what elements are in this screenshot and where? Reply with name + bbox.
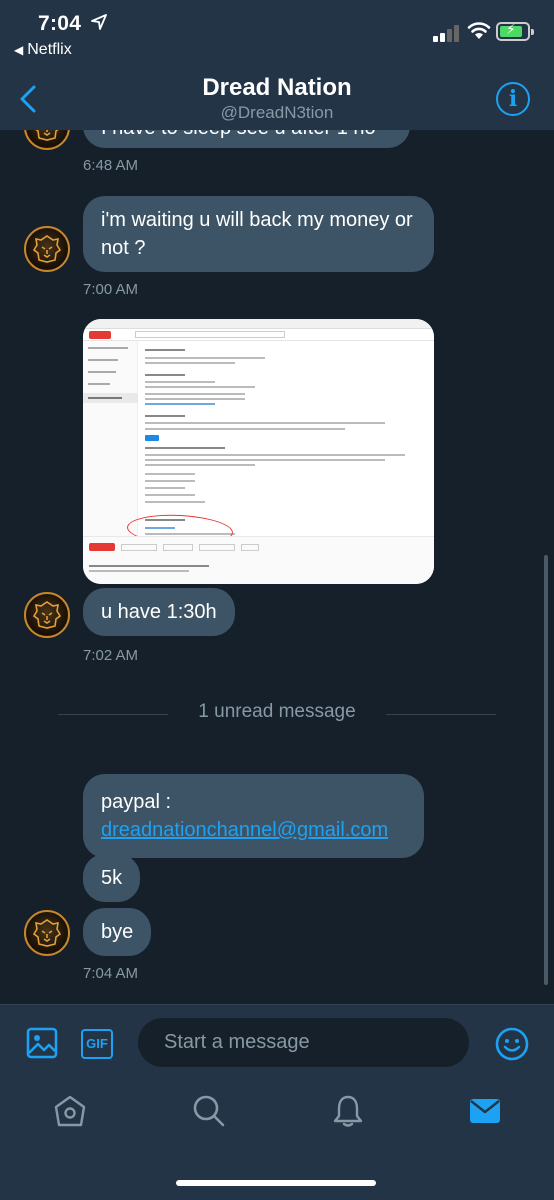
email-link[interactable]: dreadnationchannel@gmail.com [101, 816, 406, 844]
timestamp: 7:04 AM [83, 965, 139, 982]
message-text: i'm waiting u will back my money or not … [101, 209, 413, 259]
attached-image[interactable] [83, 319, 434, 584]
avatar[interactable] [24, 226, 70, 272]
message-bubble: u have 1:30h [83, 588, 235, 636]
home-indicator[interactable] [176, 1180, 376, 1186]
lion-icon [32, 235, 62, 263]
wifi-icon [467, 22, 491, 39]
location-arrow-icon [91, 14, 107, 30]
message-text: paypal : [101, 791, 172, 813]
messages-icon[interactable] [468, 1094, 502, 1128]
message-text: 5k [101, 867, 123, 889]
lion-icon [32, 919, 62, 947]
notifications-icon[interactable] [331, 1094, 365, 1128]
timestamp: 6:48 AM [83, 157, 139, 174]
avatar[interactable] [24, 910, 70, 956]
emoji-icon[interactable] [494, 1026, 530, 1062]
timestamp: 7:02 AM [83, 647, 139, 664]
settings-sidebar [83, 341, 138, 536]
message-bubble: paypal : dreadnationchannel@gmail.com [83, 774, 424, 858]
lion-icon [32, 601, 62, 629]
image-footer [83, 536, 434, 584]
charging-bolt-icon: ⚡ [506, 21, 516, 37]
image-icon[interactable] [26, 1027, 58, 1059]
avatar[interactable] [24, 592, 70, 638]
message-bubble: bye [83, 908, 152, 956]
message-text: u have 1:30h [101, 601, 217, 623]
unread-divider-label: 1 unread message [198, 701, 356, 722]
status-time: 7:04 [38, 12, 82, 35]
back-triangle-icon: ◀ [14, 43, 24, 57]
timestamp: 7:00 AM [83, 281, 139, 298]
back-to-app-link[interactable]: ◀ Netflix [14, 41, 72, 59]
battery-icon: ⚡ [496, 21, 534, 41]
scrollbar[interactable] [544, 555, 548, 985]
message-text: bye [101, 921, 134, 943]
gif-icon[interactable]: GIF [81, 1029, 113, 1059]
cellular-signal-icon [433, 22, 461, 42]
browser-address-bar [83, 319, 434, 329]
message-composer: GIF Start a message [0, 1004, 554, 1080]
unread-divider: 1 unread message [0, 701, 554, 725]
conversation-title[interactable]: Dread Nation [0, 74, 554, 102]
message-bubble: 5k [83, 854, 141, 902]
info-button[interactable]: i [496, 82, 530, 116]
conversation-handle: @DreadN3tion [220, 103, 334, 122]
status-bar: 7:04 ◀ Netflix ⚡ [0, 0, 554, 70]
back-app-label: Netflix [27, 41, 72, 58]
search-icon[interactable] [192, 1094, 226, 1128]
message-bubble: i'm waiting u will back my money or not … [83, 196, 434, 272]
message-input[interactable]: Start a message [138, 1018, 469, 1067]
conversation-header: Dread Nation @DreadN3tion i [0, 70, 554, 130]
home-icon[interactable] [53, 1094, 87, 1128]
